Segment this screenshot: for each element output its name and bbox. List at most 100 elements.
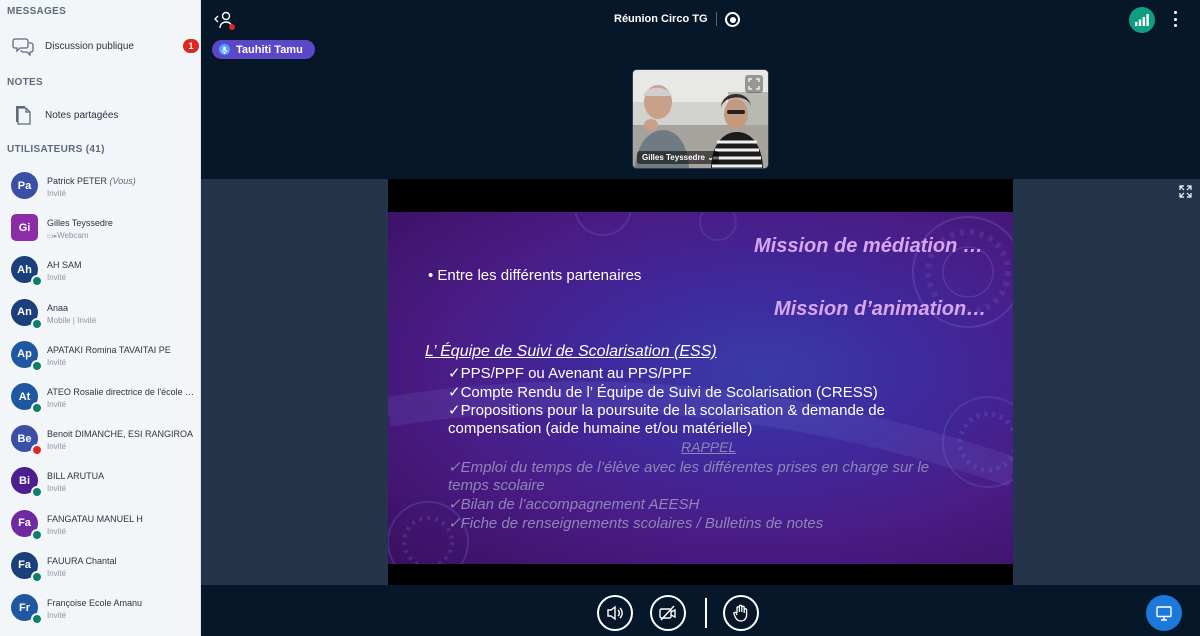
slide-item-propositions: ✓Propositions pour la poursuite de la sc…: [448, 402, 885, 419]
user-list-item[interactable]: Ap APATAKI Romina TAVAITAI PE Invité: [0, 335, 200, 377]
video-button[interactable]: [650, 595, 686, 631]
user-list-item[interactable]: Be Benoit DIMANCHE, ESI RANGIROA Invité: [0, 419, 200, 461]
shared-notes-item[interactable]: Notes partagées: [0, 100, 200, 130]
connection-status-button[interactable]: [1129, 7, 1155, 33]
user-name-text: Anaa: [47, 302, 69, 313]
user-name: ATEO Rosalie directrice de l'école d...: [47, 387, 197, 397]
camera-off-icon: [659, 605, 676, 621]
slide-item-compensation: compensation (aide humaine et/ou matérie…: [448, 420, 753, 437]
you-suffix: (Vous): [109, 176, 136, 186]
muted-mic-icon: [31, 444, 43, 457]
slide-heading-mediation: Mission de médiation …: [754, 235, 983, 257]
record-button[interactable]: [725, 12, 740, 27]
meeting-title: Réunion Circo TG: [614, 13, 708, 25]
talking-indicator[interactable]: Tauhiti Tamu: [212, 40, 315, 59]
users-section-title: UTILISATEURS (41): [7, 144, 105, 155]
fullscreen-button[interactable]: [1176, 182, 1194, 200]
user-role: Mobile | Invité: [47, 316, 96, 325]
slide-item-pps: ✓PPS/PPF ou Avenant au PPS/PPF: [448, 365, 692, 382]
user-list-item[interactable]: Fr Françoise Ecole Amanu Invité: [0, 588, 200, 630]
screen-share-button[interactable]: [1146, 595, 1182, 631]
public-chat-item[interactable]: Discussion publique 1: [0, 31, 200, 61]
listen-only-icon: [31, 359, 43, 372]
user-name: Benoit DIMANCHE, ESI RANGIROA: [47, 429, 197, 439]
user-name: Gilles Teyssedre: [47, 218, 197, 228]
user-name: Françoise Ecole Amanu: [47, 598, 197, 608]
unread-badge: 1: [183, 39, 199, 53]
user-role: Invité: [47, 358, 66, 367]
user-name-text: Françoise Ecole Amanu: [47, 598, 143, 608]
user-role-text: Invité: [47, 189, 67, 198]
user-list-item[interactable]: At ATEO Rosalie directrice de l'école d..…: [0, 377, 200, 419]
expand-icon: [748, 78, 760, 90]
user-name-text: Gilles Teyssedre: [47, 218, 113, 229]
user-role: Invité: [47, 273, 66, 282]
user-leave-icon: [214, 11, 235, 30]
public-chat-label: Discussion publique: [45, 40, 134, 52]
user-role-text: Invité: [47, 526, 67, 536]
main-area: Réunion Circo TG Tauhiti Tamu Gilles Tey…: [201, 0, 1200, 636]
slide-rappel: RAPPEL: [681, 439, 737, 455]
user-list-item[interactable]: Fa FAUURA Chantal Invité: [0, 546, 200, 588]
avatar: Pa: [11, 172, 38, 199]
presentation-area: Mission de médiation … • Entre les diffé…: [201, 179, 1200, 585]
user-name: Anaa: [47, 303, 197, 313]
user-role: Invité: [47, 400, 66, 409]
user-list-item[interactable]: Fa FANGATAU MANUEL H Invité: [0, 504, 200, 546]
microphone-icon: [219, 44, 230, 55]
expand-webcam-button[interactable]: [745, 75, 763, 93]
listen-only-icon: [31, 613, 43, 625]
controls-divider: [705, 598, 707, 628]
user-role-text: Invité: [47, 400, 67, 409]
user-role-text: Invité: [47, 273, 67, 283]
user-role-text: Invité: [47, 611, 67, 620]
user-list-item[interactable]: An Anaa Mobile | Invité: [0, 293, 200, 335]
notes-section-title: NOTES: [7, 77, 43, 88]
hand-icon: [733, 604, 748, 622]
listen-only-icon: [31, 486, 43, 499]
slide-faded-bilan: ✓Bilan de l’accompagnement AEESH: [448, 496, 700, 513]
slide-faded-fiche: ✓Fiche de renseignements scolaires / Bul…: [448, 515, 824, 532]
user-role: Invité: [47, 189, 66, 198]
audio-button[interactable]: [597, 595, 633, 631]
user-name-text: FANGATAU MANUEL H: [47, 513, 143, 524]
slide-faded-emploi: ✓Emploi du temps de l’élève avec les dif…: [448, 459, 930, 476]
user-list-item[interactable]: Ah AH SAM Invité: [0, 250, 200, 292]
user-role-text: Invité: [47, 357, 67, 367]
sidebar: MESSAGES Discussion publique 1 NOTES Not…: [0, 0, 201, 636]
avatar: Gi: [11, 214, 38, 242]
listen-only-icon: [31, 528, 43, 541]
user-name-text: APATAKI Romina TAVAITAI PE: [47, 344, 171, 355]
document-icon: [11, 103, 35, 127]
bottom-controls: [201, 585, 1200, 636]
user-name: FANGATAU MANUEL H: [47, 514, 197, 524]
user-role-text: Invité: [47, 568, 67, 578]
user-list-item[interactable]: Gi Gilles Teyssedre ▭▸Webcam: [0, 208, 200, 250]
monitor-icon: [1156, 605, 1172, 621]
user-role: Invité: [47, 484, 66, 493]
shared-notes-label: Notes partagées: [45, 109, 119, 121]
raise-hand-button[interactable]: [723, 595, 759, 631]
user-name: AH SAM: [47, 260, 197, 270]
webcam-user-name[interactable]: Gilles Teyssedre ⌄: [637, 151, 719, 164]
top-bar: Réunion Circo TG: [201, 0, 1200, 38]
user-role: Invité: [47, 442, 66, 451]
user-name-text: AH SAM: [47, 260, 82, 271]
user-name-text: Patrick PETER: [47, 176, 108, 186]
more-options-button[interactable]: [1169, 9, 1181, 29]
user-name-text: ATEO Rosalie directrice de l'école d...: [47, 387, 197, 397]
webcam-small-icon: ▭▸: [47, 233, 58, 241]
leave-meeting-button[interactable]: [212, 9, 236, 31]
user-role: Invité: [47, 611, 66, 620]
user-list-item[interactable]: Pa Patrick PETER (Vous) Invité: [0, 166, 200, 208]
user-name-text: Benoit DIMANCHE, ESI RANGIROA: [47, 429, 194, 440]
listen-only-icon: [31, 570, 43, 583]
slide-ess-title: L’ Équipe de Suivi de Scolarisation (ESS…: [425, 343, 717, 360]
user-name-text: FAUURA Chantal: [47, 555, 117, 566]
chat-bubbles-icon: [11, 34, 35, 58]
user-list-item[interactable]: Bi BILL ARUTUA Invité: [0, 461, 200, 503]
listen-only-icon: [31, 317, 43, 330]
webcam-tile[interactable]: Gilles Teyssedre ⌄: [632, 69, 769, 169]
slide-item-cress: ✓Compte Rendu de l’ Équipe de Suivi de S…: [448, 384, 878, 401]
slide-bullet-partners: • Entre les différents partenaires: [428, 267, 642, 284]
